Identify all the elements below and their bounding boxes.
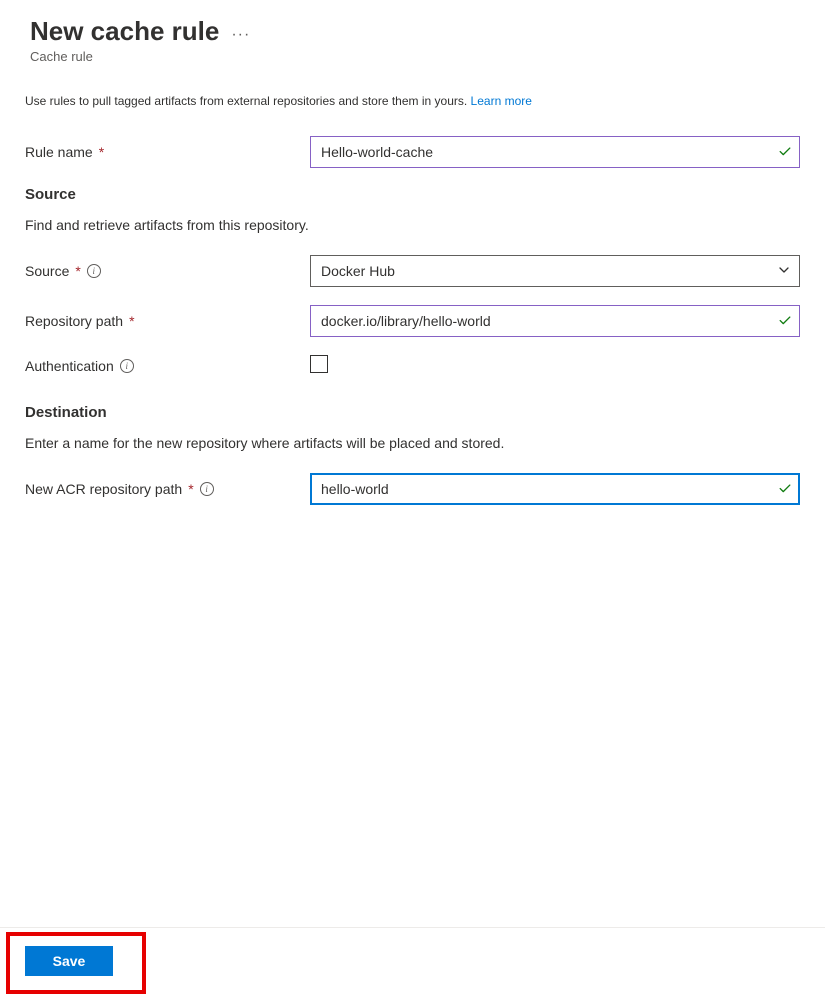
source-select-value: Docker Hub xyxy=(321,263,395,279)
required-marker: * xyxy=(129,313,134,329)
source-heading: Source xyxy=(25,186,800,203)
rule-name-row: Rule name * xyxy=(25,136,800,168)
authentication-label: Authentication i xyxy=(25,358,310,374)
info-icon[interactable]: i xyxy=(87,264,101,278)
title-row: New cache rule ··· xyxy=(30,16,795,47)
info-text: Use rules to pull tagged artifacts from … xyxy=(25,94,471,108)
source-select[interactable]: Docker Hub xyxy=(310,255,800,287)
destination-heading: Destination xyxy=(25,404,800,421)
acr-path-input[interactable] xyxy=(310,473,800,505)
rule-name-input-wrapper xyxy=(310,136,800,168)
rule-name-input[interactable] xyxy=(310,136,800,168)
authentication-row: Authentication i xyxy=(25,355,800,376)
required-marker: * xyxy=(99,144,104,160)
save-button[interactable]: Save xyxy=(25,946,113,976)
info-bar: Use rules to pull tagged artifacts from … xyxy=(0,64,825,108)
destination-description: Enter a name for the new repository wher… xyxy=(25,435,800,451)
authentication-input-wrapper xyxy=(310,355,800,376)
source-description: Find and retrieve artifacts from this re… xyxy=(25,217,800,233)
info-icon[interactable]: i xyxy=(200,482,214,496)
authentication-label-text: Authentication xyxy=(25,358,114,374)
repository-path-input[interactable] xyxy=(310,305,800,337)
acr-path-input-wrapper xyxy=(310,473,800,505)
info-icon[interactable]: i xyxy=(120,359,134,373)
required-marker: * xyxy=(188,481,193,497)
acr-path-label: New ACR repository path * i xyxy=(25,481,310,497)
rule-name-label-text: Rule name xyxy=(25,144,93,160)
learn-more-link[interactable]: Learn more xyxy=(471,94,532,108)
more-options-icon[interactable]: ··· xyxy=(231,20,250,44)
page-subtitle: Cache rule xyxy=(30,49,795,64)
repository-path-input-wrapper xyxy=(310,305,800,337)
source-label: Source * i xyxy=(25,263,310,279)
required-marker: * xyxy=(75,263,80,279)
source-label-text: Source xyxy=(25,263,69,279)
acr-path-row: New ACR repository path * i xyxy=(25,473,800,505)
repository-path-label-text: Repository path xyxy=(25,313,123,329)
authentication-checkbox[interactable] xyxy=(310,355,328,373)
page-title: New cache rule xyxy=(30,16,219,47)
rule-name-label: Rule name * xyxy=(25,144,310,160)
source-input-wrapper: Docker Hub xyxy=(310,255,800,287)
acr-path-label-text: New ACR repository path xyxy=(25,481,182,497)
repository-path-label: Repository path * xyxy=(25,313,310,329)
repository-path-row: Repository path * xyxy=(25,305,800,337)
source-row: Source * i Docker Hub xyxy=(25,255,800,287)
footer: Save xyxy=(0,927,825,994)
page-header: New cache rule ··· Cache rule xyxy=(0,0,825,64)
form-body: Rule name * Source Find and retrieve art… xyxy=(0,108,825,505)
